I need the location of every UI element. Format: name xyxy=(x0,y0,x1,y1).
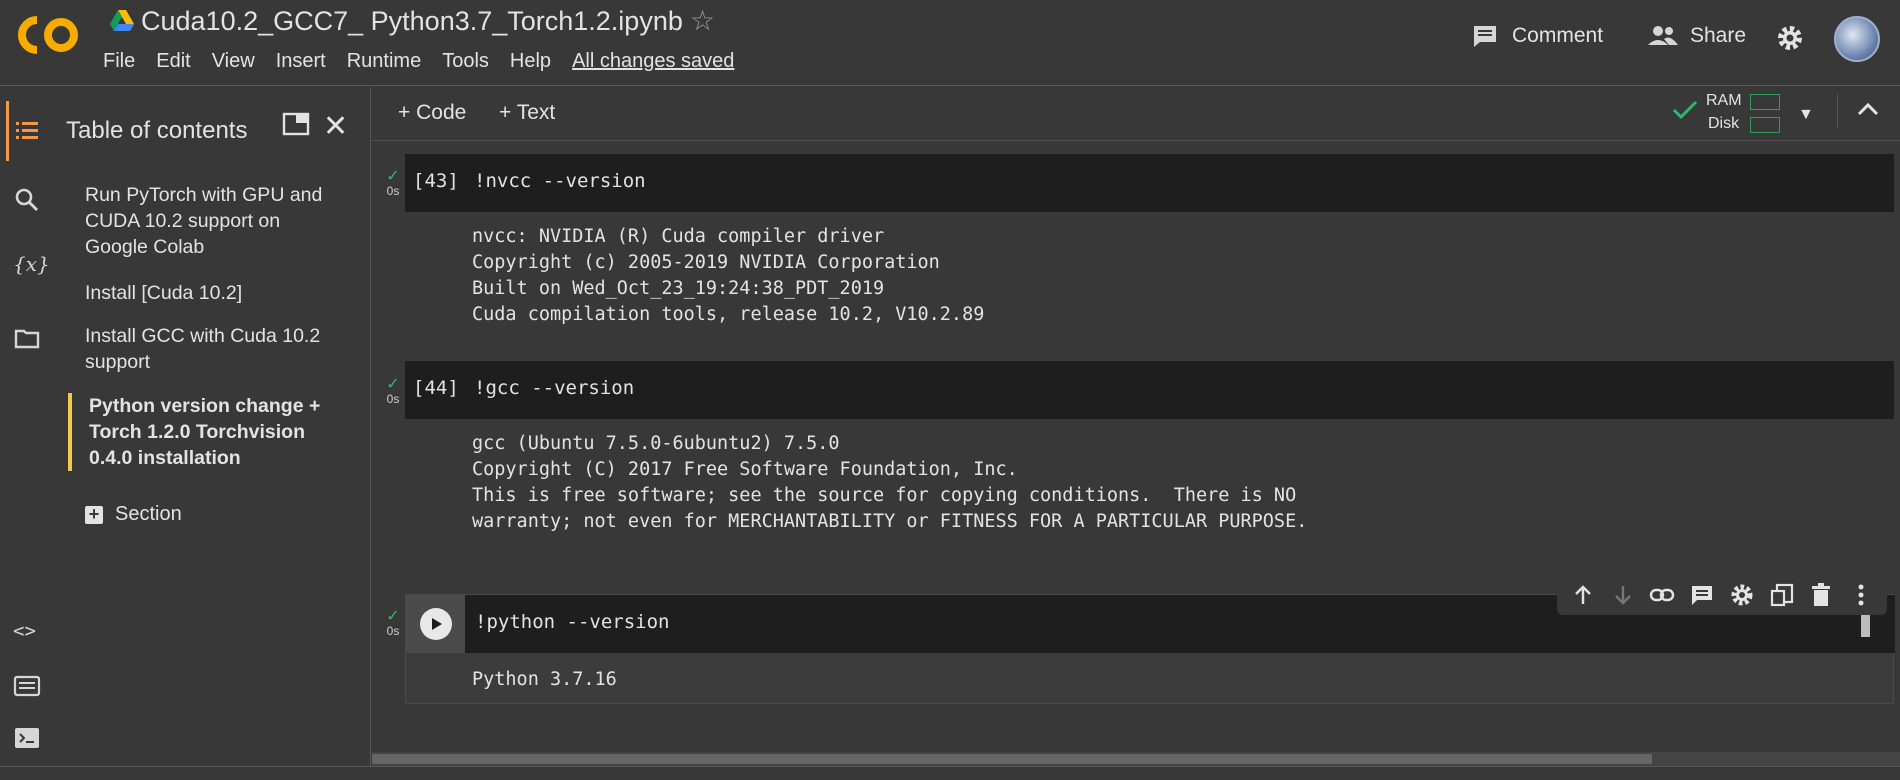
ram-meter[interactable] xyxy=(1750,94,1780,110)
people-icon xyxy=(1648,26,1678,45)
delete-icon[interactable] xyxy=(1808,582,1834,608)
play-icon xyxy=(419,608,452,640)
horizontal-scrollbar[interactable] xyxy=(372,752,1900,766)
terminal-icon[interactable] xyxy=(13,724,41,752)
code-snippets-icon[interactable]: <> xyxy=(13,620,41,648)
resources-dropdown-icon[interactable]: ▼ xyxy=(1798,106,1814,124)
menu-edit[interactable]: Edit xyxy=(156,50,190,73)
cell-toolbar xyxy=(1557,575,1887,615)
search-icon[interactable] xyxy=(13,186,41,214)
folder-icon[interactable] xyxy=(13,324,41,352)
rail-active-indicator xyxy=(6,101,9,161)
check-icon: ✓ xyxy=(386,168,400,185)
check-icon: ✓ xyxy=(386,376,400,393)
add-section-label: Section xyxy=(115,503,182,525)
notebook-toolbar: + Code + Text xyxy=(372,87,1900,141)
cell-output: Python 3.7.16 xyxy=(472,669,617,690)
divider xyxy=(1837,94,1838,128)
cell-status: ✓ 0s xyxy=(381,608,405,639)
header: Cuda10.2_GCC7_ Python3.7_Torch1.2.ipynb … xyxy=(0,0,1900,86)
run-cell-button[interactable] xyxy=(406,595,465,653)
comment-label: Comment xyxy=(1512,24,1604,47)
drive-icon[interactable] xyxy=(110,10,134,32)
disk-label[interactable]: Disk xyxy=(1708,115,1739,133)
menu-view[interactable]: View xyxy=(212,50,255,73)
check-icon: ✓ xyxy=(386,608,400,625)
share-button[interactable]: Share xyxy=(1648,24,1746,48)
table-of-contents-panel: Table of contents ✕ Run PyTorch with GPU… xyxy=(54,87,371,767)
settings-gear-icon[interactable] xyxy=(1776,24,1804,52)
menu-insert[interactable]: Insert xyxy=(276,50,326,73)
toc-item[interactable]: Install [Cuda 10.2] xyxy=(85,280,345,306)
panel-title: Table of contents xyxy=(66,117,248,144)
cell-output: nvcc: NVIDIA (R) Cuda compiler driver Co… xyxy=(472,226,985,325)
left-rail: {x} <> xyxy=(0,87,54,767)
menu-runtime[interactable]: Runtime xyxy=(347,50,421,73)
menu-help[interactable]: Help xyxy=(510,50,551,73)
more-vert-icon[interactable] xyxy=(1848,582,1874,608)
code-text[interactable]: !gcc --version xyxy=(474,377,634,399)
comment-icon[interactable] xyxy=(1689,582,1715,608)
share-label: Share xyxy=(1690,24,1747,47)
arrow-down-icon[interactable] xyxy=(1610,582,1636,608)
cell-output: gcc (Ubuntu 7.5.0-6ubuntu2) 7.5.0 Copyri… xyxy=(472,433,1308,532)
gear-icon[interactable] xyxy=(1729,582,1755,608)
connected-check-icon[interactable] xyxy=(1672,100,1698,120)
add-section-button[interactable]: + Section xyxy=(85,503,182,526)
close-icon[interactable]: ✕ xyxy=(323,109,348,144)
link-icon[interactable] xyxy=(1649,582,1675,608)
status-bar xyxy=(0,766,1900,780)
toc-item[interactable]: Install GCC with Cuda 10.2 support xyxy=(85,323,345,375)
comment-icon xyxy=(1474,26,1496,47)
chevron-up-icon[interactable] xyxy=(1856,100,1880,118)
scrollbar-thumb[interactable] xyxy=(372,754,1652,764)
toc-item[interactable]: Run PyTorch with GPU and CUDA 10.2 suppo… xyxy=(85,182,345,260)
save-status-link[interactable]: All changes saved xyxy=(572,50,734,73)
execution-count: [43] xyxy=(413,170,459,192)
colab-logo[interactable] xyxy=(14,12,84,58)
toc-item-active[interactable]: Python version change + Torch 1.2.0 Torc… xyxy=(68,393,338,471)
mirror-cell-icon[interactable] xyxy=(1769,582,1795,608)
add-text-button[interactable]: + Text xyxy=(499,101,555,125)
cell-status: ✓ 0s xyxy=(381,376,405,407)
user-avatar[interactable] xyxy=(1834,16,1880,62)
exec-time: 0s xyxy=(386,184,400,198)
code-text[interactable]: !python --version xyxy=(475,611,669,633)
code-cell[interactable]: [44] !gcc --version xyxy=(405,361,1894,419)
exec-time: 0s xyxy=(386,624,400,638)
open-in-tab-icon[interactable] xyxy=(282,111,310,137)
menu-file[interactable]: File xyxy=(103,50,135,73)
execution-count: [44] xyxy=(413,377,459,399)
ram-label[interactable]: RAM xyxy=(1706,92,1742,110)
exec-time: 0s xyxy=(386,392,400,406)
variables-icon[interactable]: {x} xyxy=(13,252,50,280)
command-palette-icon[interactable] xyxy=(13,672,41,700)
code-cell[interactable]: [43] !nvcc --version xyxy=(405,154,1894,212)
code-text[interactable]: !nvcc --version xyxy=(474,170,646,192)
menu-tools[interactable]: Tools xyxy=(442,50,489,73)
star-icon[interactable]: ☆ xyxy=(690,4,715,37)
disk-meter[interactable] xyxy=(1750,117,1780,133)
table-of-contents-icon[interactable] xyxy=(13,117,41,145)
add-code-button[interactable]: + Code xyxy=(398,101,466,125)
comment-button[interactable]: Comment xyxy=(1472,24,1603,48)
menu-bar: File Edit View Insert Runtime Tools Help… xyxy=(103,50,755,73)
add-box-icon: + xyxy=(85,505,103,524)
arrow-up-icon[interactable] xyxy=(1570,582,1596,608)
cell-status: ✓ 0s xyxy=(381,168,405,199)
notebook-title[interactable]: Cuda10.2_GCC7_ Python3.7_Torch1.2.ipynb xyxy=(141,6,683,37)
